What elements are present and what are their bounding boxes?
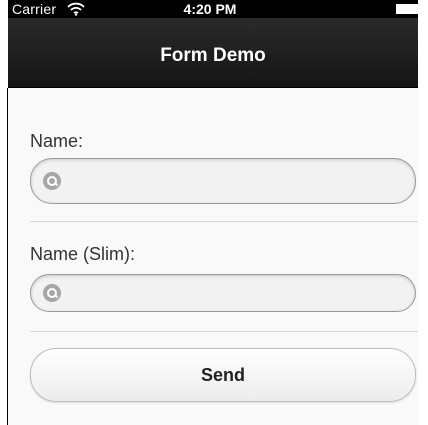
name-field[interactable]: [30, 158, 416, 204]
clock: 4:20 PM: [183, 1, 237, 17]
divider: [30, 221, 418, 222]
page-title: Form Demo: [160, 45, 266, 66]
send-button[interactable]: Send: [30, 348, 416, 402]
battery-icon: [396, 4, 418, 14]
name-slim-field[interactable]: [30, 274, 416, 312]
phone-screen: Carrier 4:20 PM Form Demo Name: Name (Sl…: [8, 0, 418, 425]
navigation-bar: Form Demo: [8, 18, 418, 88]
name-slim-label: Name (Slim):: [30, 244, 136, 264]
search-icon: [43, 284, 61, 302]
name-input[interactable]: [71, 159, 401, 203]
name-slim-input[interactable]: [71, 275, 401, 311]
divider: [30, 331, 418, 332]
status-bar: Carrier 4:20 PM: [8, 0, 418, 18]
search-icon: [43, 172, 61, 190]
bottom-spacer: [8, 416, 418, 425]
name-label: Name:: [30, 131, 84, 151]
